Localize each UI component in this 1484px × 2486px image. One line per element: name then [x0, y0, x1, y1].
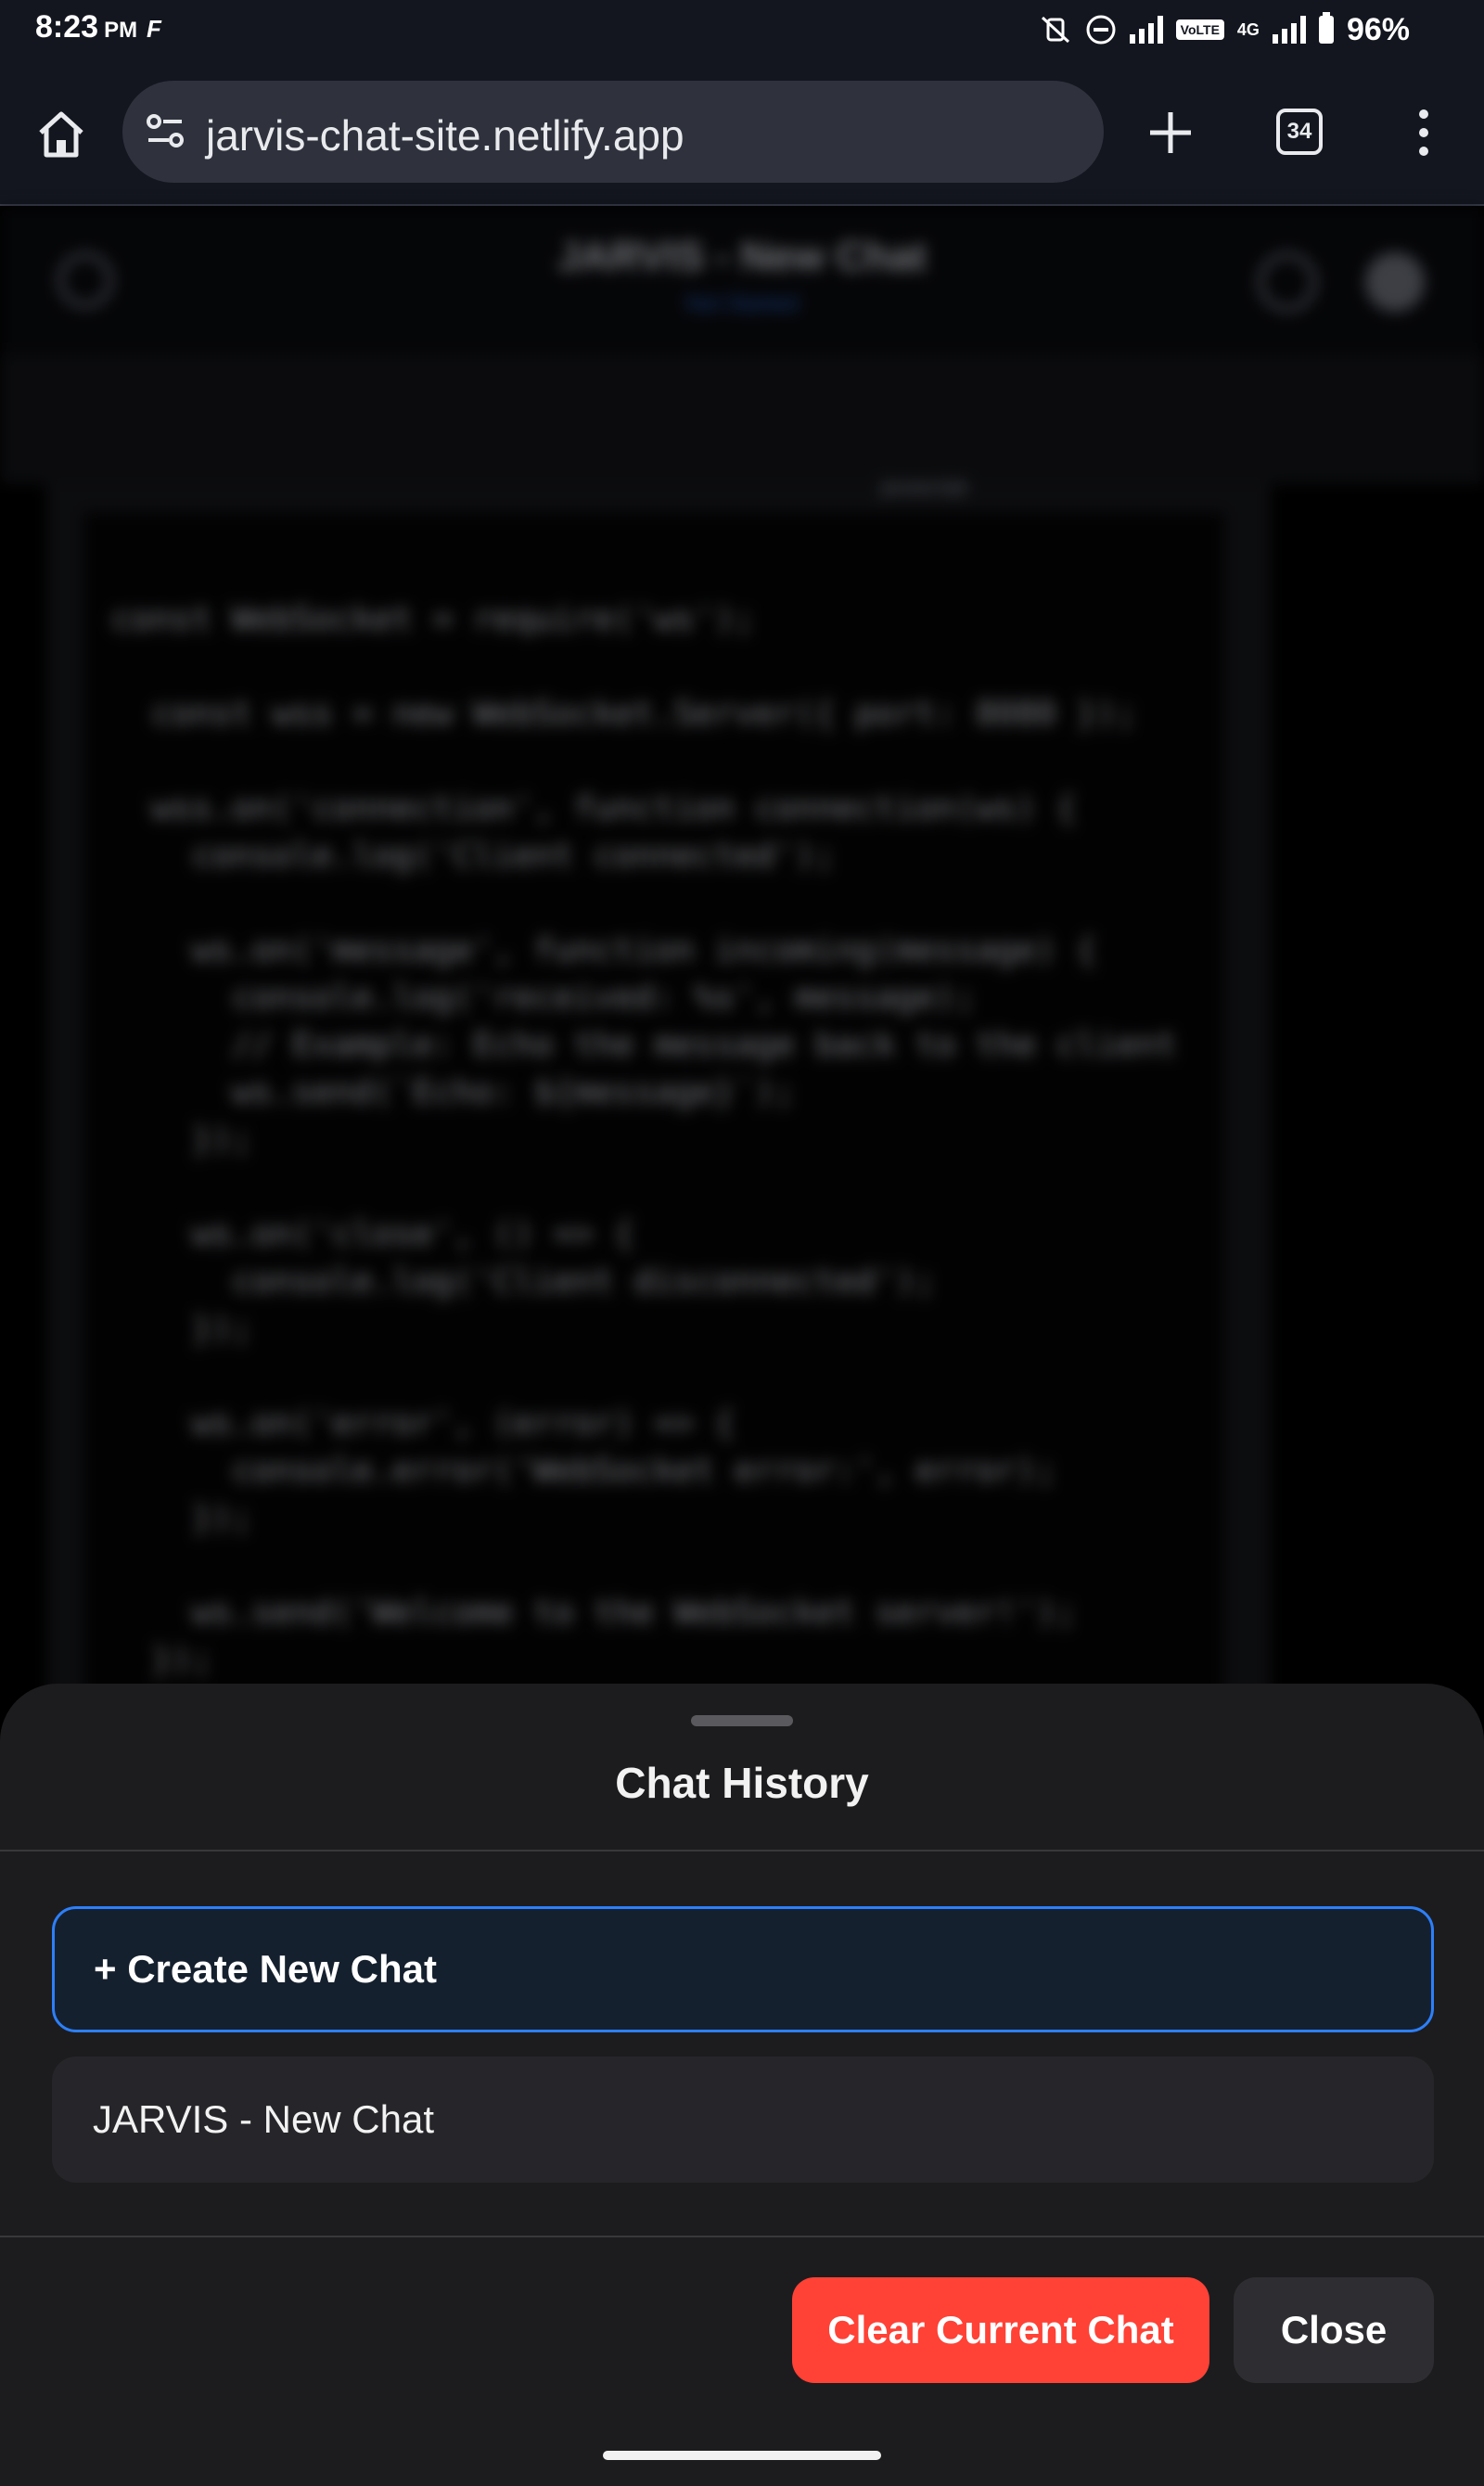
network-gen: 4G [1236, 19, 1260, 39]
battery-percent: 96% [1346, 11, 1410, 47]
chat-history-item[interactable]: JARVIS - New Chat [52, 2057, 1434, 2183]
app-title: JARVIS - New Chat [557, 234, 927, 279]
app-header: JARVIS - New Chat Not Started [0, 206, 1484, 354]
message-area [0, 354, 1484, 484]
divider [0, 1850, 1484, 1852]
status-ampm: PM [104, 18, 138, 43]
divider [0, 2236, 1484, 2237]
address-bar[interactable]: jarvis-chat-site.netlify.app [122, 81, 1104, 183]
code-language-label: javascript [881, 475, 967, 498]
create-new-chat-button[interactable]: + Create New Chat [52, 1906, 1434, 2032]
drag-handle[interactable] [691, 1715, 793, 1726]
app-status: Not Started [685, 291, 799, 316]
carrier-glyph: F [147, 15, 161, 43]
tab-switcher-button[interactable]: 34 [1276, 109, 1323, 155]
url-text[interactable]: jarvis-chat-site.netlify.app [206, 110, 684, 160]
status-bar: 8:23 PM F VoLTE 4G 96% [0, 0, 1484, 60]
status-icons: VoLTE 4G 96% [1039, 9, 1410, 50]
signal-icon-2 [1272, 16, 1306, 44]
plus-icon[interactable] [1143, 105, 1198, 160]
battery-icon [1318, 12, 1334, 44]
volte-badge: VoLTE [1175, 19, 1224, 40]
more-vert-icon[interactable] [1410, 105, 1438, 160]
search-icon [58, 252, 113, 308]
sheet-title: Chat History [615, 1759, 869, 1807]
chat-history-sheet: Chat History + Create New Chat JARVIS - … [0, 1684, 1484, 2486]
site-info-icon[interactable] [143, 109, 189, 155]
home-icon[interactable] [33, 107, 89, 162]
mute-vibrate-icon [1041, 16, 1069, 44]
gesture-nav-bar[interactable] [603, 2451, 881, 2460]
signal-icon [1129, 16, 1163, 44]
do-not-disturb-icon [1086, 15, 1116, 45]
browser-toolbar: jarvis-chat-site.netlify.app 34 [0, 60, 1484, 206]
settings-icon [1365, 252, 1425, 312]
history-icon [1258, 252, 1317, 312]
close-button[interactable]: Close [1234, 2277, 1434, 2383]
clear-current-chat-button[interactable]: Clear Current Chat [792, 2277, 1209, 2383]
status-time: 8:23 PM [35, 9, 137, 45]
screen: 8:23 PM F VoLTE 4G 96% jarvis-chat-site.… [0, 0, 1484, 2486]
status-time-value: 8:23 [35, 9, 99, 45]
